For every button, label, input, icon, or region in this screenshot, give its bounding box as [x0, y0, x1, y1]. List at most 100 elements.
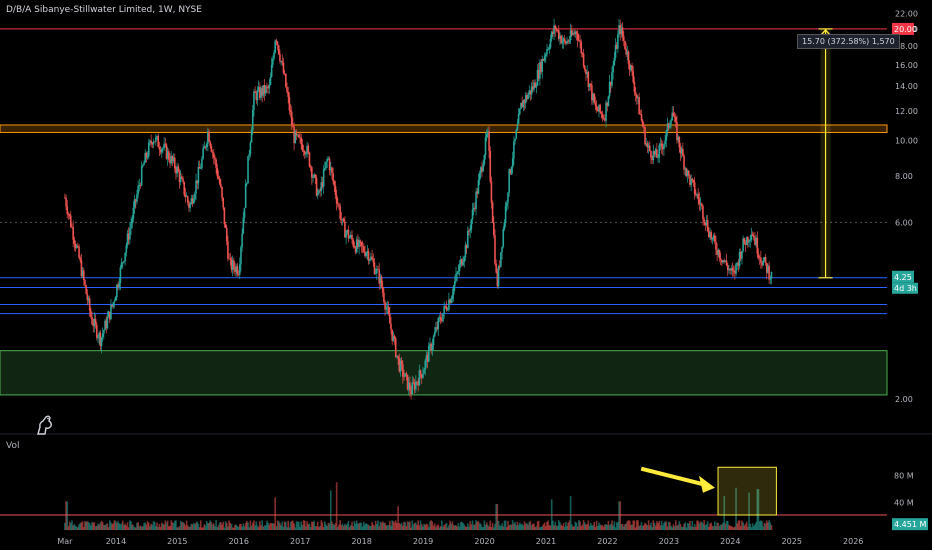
candle-body: [248, 154, 251, 157]
candle-body: [199, 167, 202, 169]
candle-body: [663, 144, 665, 150]
candle-body: [452, 286, 455, 295]
candle-body: [405, 373, 408, 375]
candle-body: [575, 31, 578, 34]
candle-body: [367, 251, 370, 261]
candle-body: [516, 123, 519, 130]
candle-body: [507, 192, 509, 203]
candle-body: [351, 234, 353, 240]
candle-body: [272, 58, 274, 65]
candle-body: [186, 196, 189, 203]
candle-body: [312, 177, 314, 179]
candle-body: [197, 166, 200, 184]
candle-body: [119, 267, 122, 284]
candle-body: [770, 271, 773, 279]
candle-body: [289, 110, 292, 113]
candle-body: [227, 241, 229, 259]
candle-body: [456, 272, 458, 274]
candle-body: [125, 245, 128, 253]
candle-body: [214, 157, 216, 160]
candle-body: [489, 150, 492, 182]
candle-body: [101, 333, 104, 338]
candle-body: [513, 141, 515, 159]
candle-body: [748, 240, 750, 243]
candle-body: [493, 222, 495, 236]
candle-body: [658, 145, 661, 158]
price-chart[interactable]: 22.0020.0018.0016.0014.0012.0010.008.006…: [0, 0, 932, 550]
candle-body: [253, 91, 255, 110]
candle-body: [301, 144, 304, 151]
candle-body: [368, 259, 371, 261]
x-tick-label: 2017: [290, 537, 310, 546]
volume-label: Vol: [6, 441, 20, 451]
candle-body: [114, 297, 117, 301]
candle-body: [484, 137, 487, 155]
last-volume-tag: 4.451 M: [894, 520, 926, 529]
candle-body: [514, 138, 516, 142]
candle-body: [764, 256, 767, 263]
y-tick-label: 10.00: [895, 136, 918, 145]
price-pane[interactable]: [0, 18, 888, 400]
candle-body: [85, 285, 87, 294]
candle-body: [273, 52, 275, 59]
pointer-arrow-shaft: [640, 466, 706, 487]
candle-body: [182, 178, 184, 182]
candle-body: [580, 42, 583, 54]
candle-body: [334, 185, 337, 196]
candle-body: [519, 109, 521, 115]
measure-label: 15.70 (372.58%) 1,570: [797, 34, 900, 49]
candle-body: [477, 180, 480, 194]
candle-body: [78, 246, 80, 258]
candle-body: [634, 91, 637, 95]
volume-highlight-box: [717, 466, 777, 516]
candle-body: [311, 167, 313, 178]
candle-body: [394, 338, 397, 357]
candle-body: [494, 235, 496, 264]
candle-body: [664, 140, 666, 145]
candle-body: [244, 183, 247, 208]
candle-body: [153, 141, 156, 143]
candle-body: [247, 156, 249, 184]
candle-body: [752, 236, 755, 238]
candle-body: [638, 97, 640, 115]
candle-body: [451, 294, 454, 299]
candle-body: [268, 85, 271, 89]
candle-body: [467, 230, 469, 249]
candle-body: [298, 134, 300, 138]
tradingview-logo-icon: [37, 415, 52, 435]
candle-body: [527, 94, 529, 100]
candle-body: [215, 159, 217, 168]
candle-body: [397, 355, 399, 359]
x-tick-label: Mar: [57, 537, 73, 546]
candle-body: [332, 173, 334, 182]
candle-body: [130, 223, 132, 229]
candle-body: [719, 258, 722, 260]
candle-body: [140, 166, 143, 186]
candle-body: [100, 337, 103, 347]
candle-body: [631, 65, 633, 72]
candle-body: [718, 249, 721, 259]
candle-body: [72, 227, 74, 240]
candle-body: [246, 183, 248, 185]
candle-body: [183, 181, 186, 195]
candle-body: [622, 36, 625, 41]
candle-body: [656, 149, 658, 158]
candle-body: [120, 262, 123, 268]
candle-body: [242, 217, 245, 234]
x-tick-label: 2022: [597, 537, 617, 546]
candle-body: [582, 53, 585, 67]
x-tick-label: 2020: [474, 537, 494, 546]
candle-body: [439, 317, 442, 321]
candle-body: [548, 47, 551, 49]
candle-body: [568, 40, 571, 42]
candle-body: [402, 364, 404, 377]
candle-body: [287, 91, 290, 98]
candle-body: [168, 151, 170, 160]
candle-body: [316, 192, 319, 196]
candle-body: [84, 280, 86, 286]
candle-body: [617, 34, 619, 49]
candle-body: [131, 218, 134, 224]
candle-body: [490, 181, 493, 203]
candle-body: [725, 260, 728, 266]
green-zone: [0, 350, 888, 396]
